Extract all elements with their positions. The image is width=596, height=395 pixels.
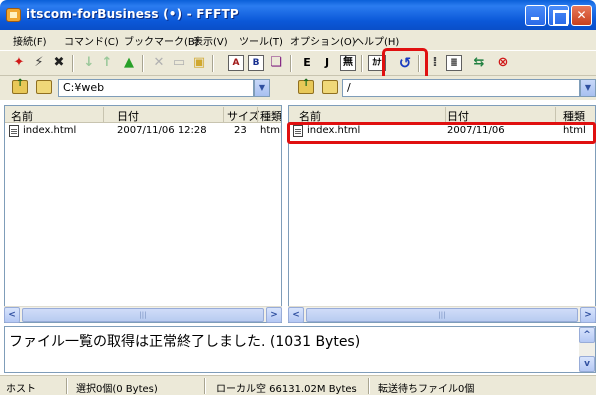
log-message: ファイル一覧の取得は正常終了しました. (1031 Bytes) [9, 334, 361, 350]
toolbar-separator [290, 55, 292, 72]
ascii-mode-icon[interactable]: A [228, 55, 244, 71]
local-hscroll-thumb[interactable]: ||| [22, 308, 264, 322]
toolbar: ✦ ⚡ ✖ ↓ ↑ ▲ ✕ ▭ ▣ A B ❏ E J 無 ｶﾅ ↺ ⁞ ≣ ⇆… [0, 50, 596, 76]
jis-icon[interactable]: J [318, 54, 336, 72]
toolbar-separator [72, 55, 74, 72]
delete-icon[interactable]: ✕ [150, 54, 168, 72]
mkdir-icon[interactable]: ▣ [190, 54, 208, 72]
menu-connect[interactable]: 接続(F) [13, 33, 47, 48]
local-hscrollbar[interactable]: < ||| > [4, 306, 282, 323]
local-path-dropdown[interactable]: ▼ [254, 79, 270, 97]
mirror-upload-icon[interactable]: ▲ [120, 54, 138, 72]
status-bar: ホスト 選択0個(0 Bytes) ローカル空 66131.02M Bytes … [0, 375, 596, 395]
no-convert-icon[interactable]: 無 [340, 55, 356, 71]
remote-path-input[interactable]: / [342, 79, 580, 97]
log-panel: ファイル一覧の取得は正常終了しました. (1031 Bytes) ^ v [4, 326, 596, 373]
toolbar-separator [212, 55, 214, 72]
scroll-right-icon[interactable]: > [580, 307, 596, 323]
menu-option[interactable]: オプション(O) [290, 33, 356, 48]
remote-column-header: 名前 日付 種類 [289, 106, 595, 123]
local-file-type: html [260, 125, 282, 136]
rename-icon[interactable]: ▭ [170, 54, 188, 72]
local-file-row[interactable]: index.html 2007/11/06 12:28 23 html [5, 124, 281, 140]
scroll-down-icon[interactable]: v [579, 356, 595, 372]
close-button[interactable]: ✕ [571, 5, 592, 26]
local-col-type[interactable]: 種類 [260, 108, 281, 124]
log-vscrollbar[interactable]: ^ v [579, 327, 595, 372]
remote-parent-folder-icon[interactable] [298, 78, 314, 94]
local-col-date[interactable]: 日付 [117, 108, 139, 124]
local-parent-folder-icon[interactable] [12, 78, 28, 94]
toolbar-separator [361, 55, 363, 72]
title-bar: itscom-forBusiness (•) - FFFTP ✕ [0, 0, 596, 30]
disconnect-icon[interactable]: ⚡ [30, 54, 48, 72]
ffftp-app-icon [6, 8, 21, 22]
scroll-left-icon[interactable]: < [288, 307, 304, 323]
upload-icon[interactable]: ↑ [98, 54, 116, 72]
remote-open-folder-icon[interactable] [322, 80, 338, 94]
toolbar-separator [142, 55, 144, 72]
local-file-date: 2007/11/06 12:28 [117, 125, 207, 136]
path-bar: C:¥web ▼ / ▼ [0, 76, 596, 100]
local-file-list[interactable]: 名前 日付 サイズ 種類 index.html 2007/11/06 12:28… [4, 105, 282, 323]
menu-bookmark[interactable]: ブックマーク(B) [124, 33, 199, 48]
local-col-name[interactable]: 名前 [11, 108, 33, 124]
window-title: itscom-forBusiness (•) - FFFTP [26, 7, 239, 21]
menu-command[interactable]: コマンド(C) [64, 33, 119, 48]
status-selection: 選択0個(0 Bytes) [76, 384, 158, 395]
sync-icon[interactable]: ⇆ [470, 54, 488, 72]
connect-icon[interactable]: ✦ [10, 54, 28, 72]
local-file-size: 23 [234, 125, 247, 136]
local-path-input[interactable]: C:¥web [58, 79, 254, 97]
local-col-size[interactable]: サイズ [227, 108, 260, 124]
local-file-name: index.html [23, 125, 77, 136]
binary-mode-icon[interactable]: B [248, 55, 264, 71]
menu-view[interactable]: 表示(V) [193, 33, 228, 48]
list-view-icon[interactable]: ⁞ [426, 54, 444, 72]
scroll-left-icon[interactable]: < [4, 307, 20, 323]
quick-connect-icon[interactable]: ✖ [50, 54, 68, 72]
download-icon[interactable]: ↓ [80, 54, 98, 72]
html-file-icon [9, 125, 19, 137]
maximize-button[interactable] [548, 5, 569, 26]
remote-hscrollbar[interactable]: < ||| > [288, 306, 596, 323]
minimize-button[interactable] [525, 5, 546, 26]
status-queue: 転送待ちファイル0個 [378, 384, 475, 395]
local-column-header: 名前 日付 サイズ 種類 [5, 106, 281, 123]
remote-path-dropdown[interactable]: ▼ [580, 79, 596, 97]
detail-view-icon[interactable]: ≣ [446, 55, 462, 71]
scroll-up-icon[interactable]: ^ [579, 327, 595, 343]
status-local-free: ローカル空 66131.02M Bytes [216, 384, 357, 395]
status-host: ホスト [6, 384, 36, 395]
menu-bar: 接続(F) コマンド(C) ブックマーク(B) 表示(V) ツール(T) オプシ… [0, 30, 596, 50]
scroll-right-icon[interactable]: > [266, 307, 282, 323]
local-open-folder-icon[interactable] [36, 80, 52, 94]
menu-tool[interactable]: ツール(T) [239, 33, 283, 48]
menu-help[interactable]: ヘルプ(H) [354, 33, 399, 48]
euc-icon[interactable]: E [298, 54, 316, 72]
remote-file-highlight-annotation [287, 122, 596, 144]
auto-mode-icon[interactable]: ❏ [267, 54, 285, 72]
remote-hscroll-thumb[interactable]: ||| [306, 308, 578, 322]
stop-icon[interactable]: ⊗ [494, 54, 512, 72]
